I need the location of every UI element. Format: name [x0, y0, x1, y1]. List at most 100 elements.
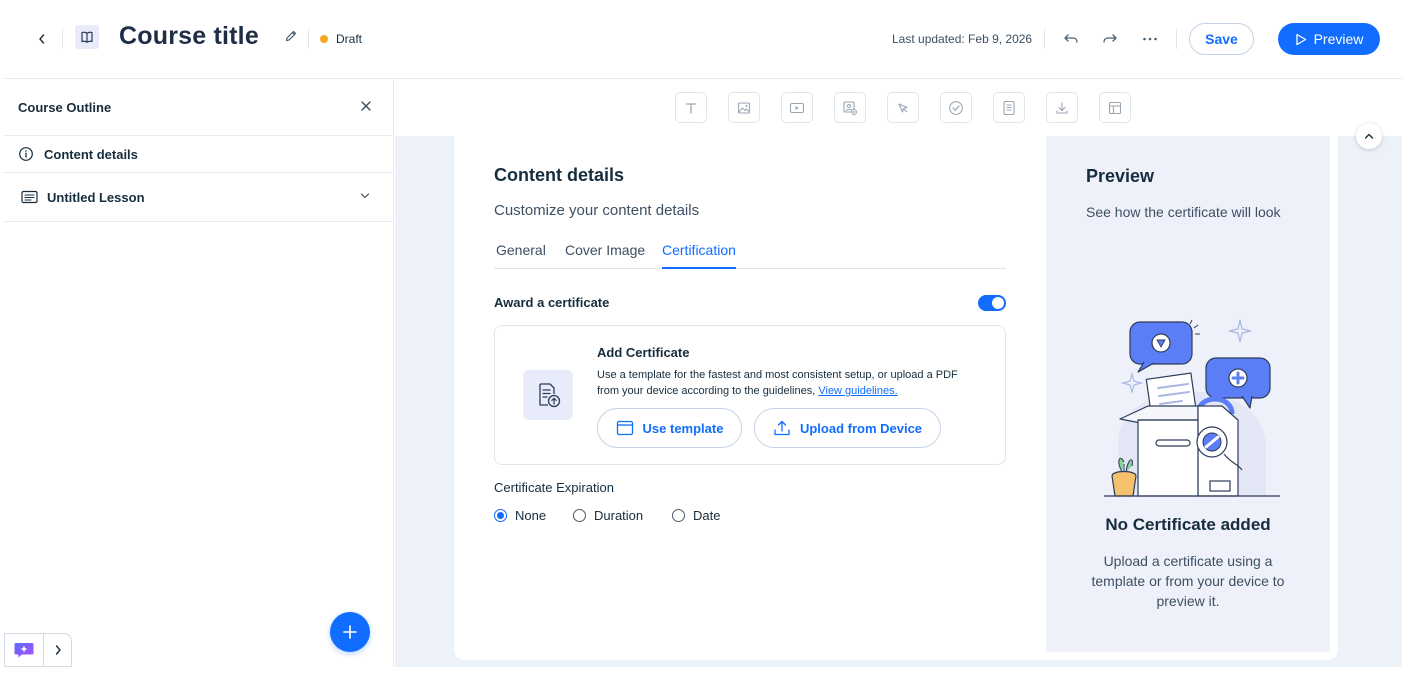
page-title: Course title — [119, 22, 259, 50]
add-certificate-description: Use a template for the fastest and most … — [597, 367, 977, 399]
image-icon — [737, 101, 751, 114]
collapse-toolbar-button[interactable] — [1356, 123, 1382, 149]
preview-button[interactable]: Preview — [1278, 23, 1380, 55]
save-button[interactable]: Save — [1189, 23, 1254, 55]
section-title: Content details — [494, 165, 625, 185]
chevron-up-icon — [1364, 133, 1374, 139]
preview-label: Preview — [1313, 31, 1364, 47]
tab-general[interactable]: General — [496, 242, 546, 269]
expand-ai-button[interactable] — [44, 644, 71, 656]
status-text: Draft — [336, 32, 363, 46]
upload-label: Upload from Device — [799, 420, 923, 436]
sidebar-header: Course Outline — [4, 79, 393, 136]
redo-icon — [1103, 34, 1117, 43]
book-icon — [75, 25, 99, 49]
use-template-button[interactable]: Use template — [597, 408, 742, 448]
toggle-knob — [992, 297, 1004, 309]
radio-label: Date — [693, 508, 721, 523]
chevron-left-icon — [39, 34, 45, 44]
certificate-preview-panel: Preview See how the certificate will loo… — [1046, 136, 1330, 652]
add-layout-tool[interactable] — [1099, 92, 1131, 123]
no-certificate-title: No Certificate added — [1105, 515, 1271, 534]
undo-button[interactable] — [1060, 28, 1082, 50]
use-template-label: Use template — [642, 420, 724, 436]
sidebar-item-content-details[interactable]: Content details — [4, 136, 393, 173]
certificate-upload-icon — [523, 370, 573, 420]
text-icon — [685, 102, 697, 114]
divider — [308, 29, 309, 49]
cursor-icon — [898, 102, 908, 113]
play-icon — [1295, 33, 1306, 45]
add-certificate-box: Add Certificate Use a template for the f… — [494, 325, 1006, 465]
no-certificate-description: Upload a certificate using a template or… — [1091, 553, 1285, 609]
document-icon — [1003, 100, 1015, 115]
chevron-down-icon — [360, 193, 370, 199]
back-button[interactable] — [32, 30, 52, 48]
redo-button[interactable] — [1099, 28, 1121, 50]
course-outline-sidebar: Course Outline Content details Untitled … — [4, 79, 394, 667]
radio-circle[interactable] — [573, 509, 586, 522]
tab-bar: General Cover Image Certification — [494, 240, 1006, 269]
add-document-tool[interactable] — [993, 92, 1025, 123]
ai-assistant-widget[interactable] — [4, 633, 72, 667]
add-download-tool[interactable] — [1046, 92, 1078, 123]
upload-from-device-button[interactable]: Upload from Device — [754, 408, 941, 448]
preview-subtitle: See how the certificate will look — [1086, 204, 1281, 220]
award-certificate-label: Award a certificate — [494, 295, 610, 310]
status-dot — [320, 35, 328, 43]
add-interaction-tool[interactable] — [887, 92, 919, 123]
check-icon — [949, 100, 963, 115]
plus-icon — [343, 625, 357, 639]
radio-label: None — [515, 508, 547, 523]
more-icon — [1143, 37, 1157, 41]
expand-lesson-button[interactable] — [359, 191, 371, 201]
add-quiz-tool[interactable] — [940, 92, 972, 123]
download-icon — [1056, 101, 1068, 114]
close-sidebar-button[interactable] — [359, 99, 373, 113]
empty-certificate-illustration — [1104, 319, 1280, 497]
status-badge: Draft — [320, 32, 362, 46]
preview-title: Preview — [1086, 166, 1155, 186]
description-text: Use a template for the fastest and most … — [597, 369, 958, 397]
divider — [62, 29, 63, 49]
more-button[interactable] — [1139, 28, 1161, 50]
lesson-icon — [21, 190, 38, 204]
add-video-tool[interactable] — [781, 92, 813, 123]
sidebar-item-label: Content details — [44, 146, 138, 162]
radio-duration[interactable]: Duration — [573, 508, 643, 523]
add-text-tool[interactable] — [675, 92, 707, 123]
edit-title-button[interactable] — [284, 29, 298, 43]
radio-circle[interactable] — [494, 509, 507, 522]
divider — [1044, 29, 1045, 49]
layout-icon — [1108, 101, 1122, 114]
sidebar-item-untitled-lesson[interactable]: Untitled Lesson — [4, 173, 393, 222]
element-toolbar — [395, 79, 1402, 136]
tab-certification[interactable]: Certification — [662, 242, 736, 269]
award-certificate-toggle[interactable] — [978, 295, 1006, 311]
radio-label: Duration — [594, 508, 644, 523]
radio-date[interactable]: Date — [672, 508, 720, 523]
last-updated-text: Last updated: Feb 9, 2026 — [892, 32, 1033, 46]
top-bar: Course title Draft Last updated: Feb 9, … — [4, 0, 1402, 79]
section-subtitle: Customize your content details — [494, 202, 700, 219]
ai-assistant-button[interactable] — [5, 634, 43, 666]
divider — [1176, 29, 1177, 49]
template-icon — [616, 420, 633, 436]
add-media-tool[interactable] — [834, 92, 866, 123]
media-icon — [843, 100, 857, 115]
info-icon — [19, 147, 33, 161]
add-item-button[interactable] — [330, 612, 370, 652]
view-guidelines-link[interactable]: View guidelines. — [818, 385, 897, 397]
radio-circle[interactable] — [672, 509, 685, 522]
close-icon — [361, 101, 371, 111]
sidebar-title: Course Outline — [18, 100, 112, 115]
radio-none[interactable]: None — [494, 508, 546, 523]
undo-icon — [1064, 34, 1078, 43]
sidebar-item-label: Untitled Lesson — [47, 189, 145, 205]
ai-sparkle-icon — [14, 643, 34, 658]
video-icon — [789, 102, 805, 113]
tab-cover-image[interactable]: Cover Image — [565, 242, 645, 269]
chevron-right-icon — [55, 645, 61, 655]
add-image-tool[interactable] — [728, 92, 760, 123]
pencil-icon — [285, 30, 297, 42]
